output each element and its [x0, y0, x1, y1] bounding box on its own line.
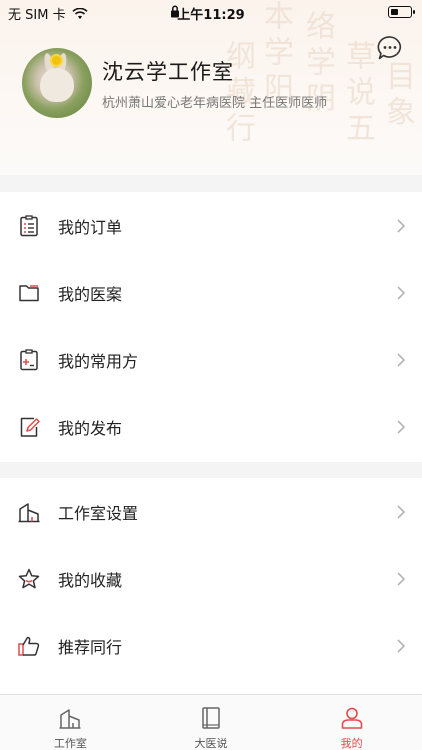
prescription-clipboard-icon	[20, 348, 38, 370]
menu-item-cases[interactable]: 我的医案	[0, 259, 422, 326]
studio-name: 沈云学工作室	[102, 60, 234, 84]
chevron-right-icon	[397, 419, 406, 434]
thumbs-up-icon	[18, 636, 40, 656]
menu-item-label: 我的常用方	[58, 351, 139, 371]
book-icon	[202, 707, 220, 729]
chevron-right-icon	[397, 571, 406, 586]
chevron-right-icon	[397, 352, 406, 367]
message-icon[interactable]	[376, 34, 404, 62]
tab-label: 我的	[340, 737, 363, 750]
avatar[interactable]	[22, 48, 92, 118]
menu-group-secondary: 工作室设置 我的收藏 推荐同行	[0, 478, 422, 694]
calligraphy-decoration: 草说五	[340, 40, 375, 148]
profile-header: 络学阴 本学阳 草说五 纲藏行 目象 无 SIM 卡 上午11:29 沈云学工作…	[0, 0, 422, 175]
chevron-right-icon	[397, 638, 406, 653]
calligraphy-decoration: 目象	[380, 60, 415, 132]
menu-item-label: 我的医案	[58, 284, 123, 304]
hospital-title: 杭州萧山爱心老年病医院 主任医师医师	[102, 96, 328, 111]
menu-item-label: 工作室设置	[58, 503, 139, 523]
chevron-right-icon	[397, 285, 406, 300]
clipboard-list-icon	[20, 214, 38, 236]
user-icon	[341, 707, 362, 729]
menu-item-orders[interactable]: 我的订单	[0, 192, 422, 259]
status-time: 上午11:29	[177, 8, 245, 23]
edit-note-icon	[20, 417, 40, 437]
tab-studio[interactable]: 工作室	[0, 695, 141, 750]
menu-item-label: 我的发布	[58, 418, 123, 438]
star-icon	[18, 568, 40, 588]
chevron-right-icon	[397, 218, 406, 233]
menu-item-prescriptions[interactable]: 我的常用方	[0, 326, 422, 393]
menu-item-recommend-peers[interactable]: 推荐同行	[0, 612, 422, 679]
tab-doctor-talk[interactable]: 大医说	[141, 695, 282, 750]
buildings-icon	[18, 502, 40, 522]
menu-item-posts[interactable]: 我的发布	[0, 393, 422, 460]
status-bar: 无 SIM 卡 上午11:29	[0, 0, 422, 24]
menu-item-favorites[interactable]: 我的收藏	[0, 545, 422, 612]
menu-group-primary: 我的订单 我的医案 我的常用方 我的发布	[0, 192, 422, 462]
tab-mine[interactable]: 我的	[281, 695, 422, 750]
chevron-right-icon	[397, 504, 406, 519]
menu-item-label: 推荐同行	[58, 637, 123, 657]
menu-item-studio-settings[interactable]: 工作室设置	[0, 478, 422, 545]
menu-item-label: 我的收藏	[58, 570, 123, 590]
menu-item-label: 我的订单	[58, 217, 123, 237]
buildings-icon	[59, 709, 81, 729]
tab-label: 工作室	[53, 737, 87, 750]
tab-bar: 工作室 大医说 我的	[0, 694, 422, 750]
tab-label: 大医说	[194, 737, 228, 750]
battery-icon	[388, 6, 415, 18]
folder-icon	[19, 284, 39, 301]
